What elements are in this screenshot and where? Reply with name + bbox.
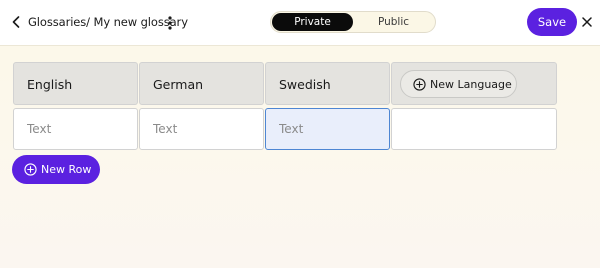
- visibility-public-option[interactable]: Public: [353, 13, 434, 31]
- new-language-label: New Language: [430, 77, 512, 91]
- new-language-button[interactable]: New Language: [400, 70, 517, 98]
- chevron-left-icon: [12, 16, 20, 28]
- back-button[interactable]: [9, 14, 23, 30]
- table-cell: [13, 108, 138, 150]
- new-row-button[interactable]: New Row: [12, 155, 100, 184]
- top-bar: Glossaries/ My new glossary Private Publ…: [0, 0, 600, 46]
- close-button[interactable]: [580, 14, 594, 30]
- column-header-german: German: [139, 62, 264, 105]
- new-row-label: New Row: [41, 163, 92, 176]
- table-cell: [265, 108, 390, 150]
- table-cell: [139, 108, 264, 150]
- glossary-menu-button[interactable]: [164, 13, 176, 33]
- swedish-term-input[interactable]: [266, 109, 389, 149]
- kebab-menu-icon: [168, 16, 172, 30]
- visibility-private-option[interactable]: Private: [272, 13, 353, 31]
- english-term-input[interactable]: [14, 109, 137, 149]
- visibility-toggle: Private Public: [270, 11, 436, 33]
- column-header-new-language: New Language: [391, 62, 557, 105]
- plus-circle-icon: [24, 163, 37, 176]
- column-header-swedish: Swedish: [265, 62, 390, 105]
- column-header-english: English: [13, 62, 138, 105]
- table-cell-empty: [391, 108, 557, 150]
- save-button[interactable]: Save: [527, 8, 577, 36]
- german-term-input[interactable]: [140, 109, 263, 149]
- plus-circle-icon: [413, 77, 426, 91]
- close-icon: [582, 17, 592, 27]
